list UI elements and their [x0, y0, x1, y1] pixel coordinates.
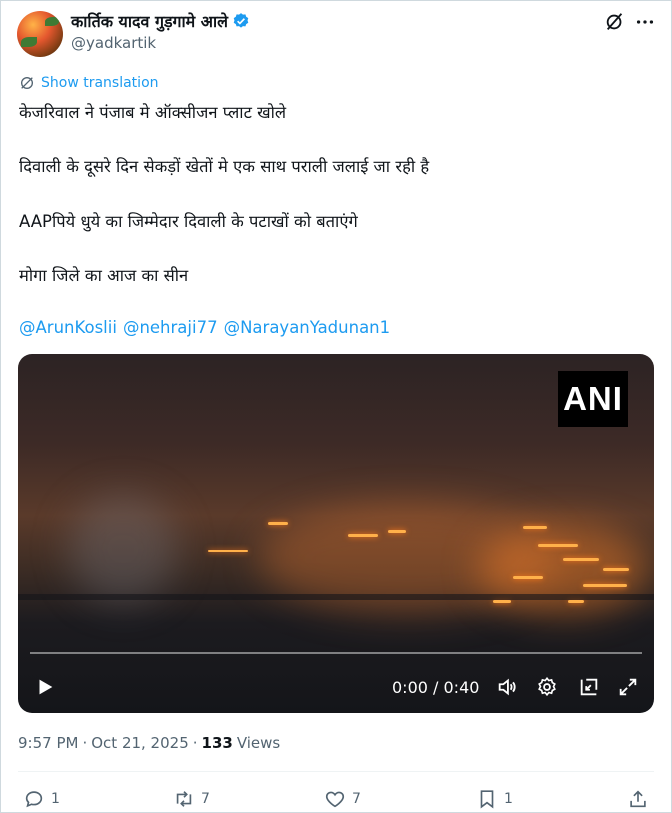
post-text-line-1: केजरिवाल ने पंजाब मे ऑक्सीजन प्लाट खोले [19, 103, 287, 122]
show-translation-label: Show translation [41, 75, 159, 91]
share-button[interactable] [627, 788, 649, 810]
reply-button[interactable]: 1 [23, 788, 60, 810]
author-handle[interactable]: @yadkartik [71, 34, 156, 52]
video-watermark: ANI [558, 371, 628, 427]
video-controls: 0:00 / 0:40 [18, 672, 654, 704]
meta-separator: · [192, 734, 198, 752]
like-count: 7 [352, 791, 361, 807]
post-date[interactable]: Oct 21, 2025 [91, 734, 189, 752]
more-options-icon[interactable] [634, 11, 656, 33]
divider [18, 771, 654, 772]
author-name[interactable]: कार्तिक यादव गुड़गामे आले [71, 10, 250, 32]
show-translation-link[interactable]: Show translation [19, 75, 159, 91]
author-display-name[interactable]: कार्तिक यादव गुड़गामे आले [71, 10, 228, 32]
mention-link[interactable]: @nehraji77 [123, 318, 218, 337]
video-player[interactable]: ANI 0:00 / 0:40 [18, 354, 654, 713]
picture-in-picture-icon[interactable] [578, 676, 600, 698]
verified-badge-icon [233, 13, 249, 28]
repost-button[interactable]: 7 [173, 788, 210, 810]
repost-icon [176, 791, 192, 807]
bookmark-count: 1 [504, 791, 513, 807]
mention-link[interactable]: @ArunKoslii [19, 318, 117, 337]
settings-gear-icon[interactable] [536, 676, 558, 698]
reply-count: 1 [51, 791, 60, 807]
grok-icon[interactable] [604, 11, 626, 33]
repost-count: 7 [201, 791, 210, 807]
share-icon [630, 790, 646, 808]
views-count: 133 [201, 734, 233, 752]
mention-link[interactable]: @NarayanYadunan1 [224, 318, 391, 337]
meta-separator: · [82, 734, 88, 752]
post-time[interactable]: 9:57 PM [18, 734, 78, 752]
mentions: @ArunKoslii @nehraji77 @NarayanYadunan1 [19, 318, 390, 337]
bookmark-button[interactable]: 1 [476, 788, 513, 810]
post-meta: 9:57 PM · Oct 21, 2025 · 133 Views [18, 734, 280, 752]
volume-icon[interactable] [496, 676, 518, 698]
video-time: 0:00 / 0:40 [392, 678, 480, 697]
heart-icon [325, 791, 345, 808]
post-text-line-3: AAPपिये धुये का जिम्मेदार दिवाली के पटाख… [19, 212, 358, 231]
play-icon[interactable] [34, 676, 56, 698]
like-button[interactable]: 7 [324, 788, 361, 810]
views-label: Views [236, 734, 281, 752]
author-avatar[interactable] [17, 11, 63, 57]
video-progress-bar[interactable] [30, 652, 642, 654]
reply-icon [25, 791, 43, 808]
translate-icon [21, 77, 33, 89]
fullscreen-icon[interactable] [617, 676, 639, 698]
post-text-line-4: मोगा जिले का आज का सीन [19, 266, 189, 285]
post-text-line-2: दिवाली के दूसरे दिन सेकड़ों खेतों मे एक … [19, 157, 430, 176]
bookmark-icon [480, 790, 494, 809]
